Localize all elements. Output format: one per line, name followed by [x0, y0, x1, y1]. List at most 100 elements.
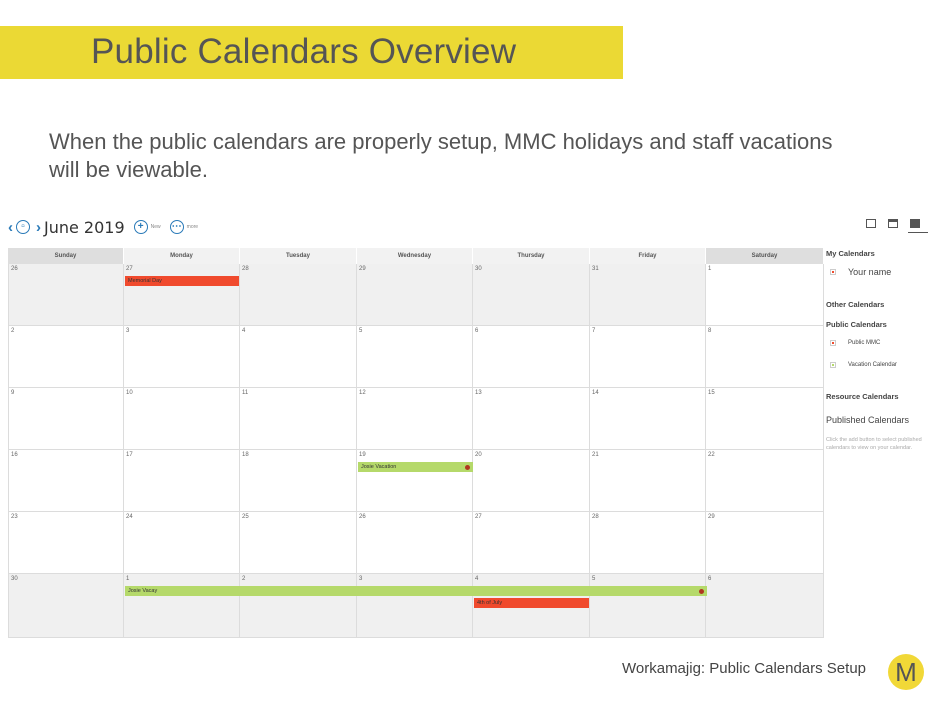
day-number: 30 [475, 266, 482, 272]
day-cell[interactable]: 26 [357, 512, 473, 574]
day-number: 20 [475, 452, 482, 458]
day-cell[interactable]: 23 [8, 512, 124, 574]
day-cell[interactable]: 1 [124, 574, 240, 638]
weekday-label: Wednesday [357, 248, 473, 264]
day-cell[interactable]: 9 [8, 388, 124, 450]
calendar-item-vacation[interactable]: Vacation Calendar [830, 362, 897, 368]
day-cell[interactable]: 8 [706, 326, 824, 388]
event-label: Josie Vacay [128, 588, 158, 594]
day-number: 28 [592, 514, 599, 520]
month-view-icon[interactable] [910, 219, 920, 228]
day-cell[interactable]: 31 [590, 264, 706, 326]
more-icon[interactable]: ⋯ [169, 220, 184, 234]
slide-subtitle: When the public calendars are properly s… [49, 129, 833, 182]
day-cell[interactable]: 2 [240, 574, 357, 638]
day-cell[interactable]: 26 [8, 264, 124, 326]
calendar-checkbox[interactable] [830, 362, 836, 368]
day-cell[interactable]: 27 [473, 512, 590, 574]
day-cell[interactable]: 22 [706, 450, 824, 512]
day-number: 11 [242, 390, 249, 396]
day-number: 27 [475, 514, 482, 520]
day-cell[interactable]: 5 [590, 574, 706, 638]
day-cell[interactable]: 19 [357, 450, 473, 512]
day-number: 1 [126, 576, 130, 582]
footer-caption: Workamajig: Public Calendars Setup [622, 660, 867, 677]
day-cell[interactable]: 28 [240, 264, 357, 326]
event-memorial-day[interactable]: Memorial Day [125, 276, 239, 286]
day-number: 9 [11, 390, 15, 396]
day-cell[interactable]: 14 [590, 388, 706, 450]
day-number: 6 [475, 328, 479, 334]
day-number: 3 [126, 328, 130, 334]
day-number: 23 [11, 514, 18, 520]
day-cell[interactable]: 18 [240, 450, 357, 512]
day-cell[interactable]: 16 [8, 450, 124, 512]
day-cell[interactable]: 5 [357, 326, 473, 388]
week-row: 2 3 4 5 6 7 8 [8, 326, 824, 388]
new-event-label[interactable]: New [151, 224, 161, 230]
calendar-item-public-mmc[interactable]: Public MMC [830, 340, 880, 346]
weekday-header: Sunday Monday Tuesday Wednesday Thursday… [8, 248, 824, 264]
day-view-icon[interactable] [866, 219, 876, 228]
event-4th-of-july[interactable]: 4th of July [474, 598, 589, 608]
prev-month-button[interactable]: ‹ [8, 220, 13, 235]
calendar-checkbox[interactable] [830, 269, 836, 275]
day-number: 12 [359, 390, 366, 396]
calendar-checkbox[interactable] [830, 340, 836, 346]
day-number: 29 [708, 514, 715, 520]
day-cell[interactable]: 20 [473, 450, 590, 512]
day-cell[interactable]: 7 [590, 326, 706, 388]
weekday-label: Sunday [8, 248, 124, 264]
day-cell[interactable]: 25 [240, 512, 357, 574]
day-cell[interactable]: 3 [357, 574, 473, 638]
view-switcher [866, 219, 920, 228]
day-cell[interactable]: 12 [357, 388, 473, 450]
day-number: 2 [242, 576, 246, 582]
day-number: 21 [592, 452, 599, 458]
week-row: 9 10 11 12 13 14 15 [8, 388, 824, 450]
day-cell[interactable]: 24 [124, 512, 240, 574]
day-cell[interactable]: 1 [706, 264, 824, 326]
other-calendars-heading: Other Calendars [826, 300, 885, 309]
weekday-label: Friday [590, 248, 706, 264]
day-cell[interactable]: 30 [473, 264, 590, 326]
day-number: 24 [126, 514, 133, 520]
day-cell[interactable]: 2 [8, 326, 124, 388]
event-josie-vacay[interactable]: Josie Vacay [125, 586, 707, 596]
day-cell[interactable]: 29 [706, 512, 824, 574]
more-label[interactable]: more [187, 224, 198, 230]
day-number: 4 [475, 576, 479, 582]
day-cell[interactable]: 17 [124, 450, 240, 512]
day-number: 30 [11, 576, 18, 582]
day-cell[interactable]: 11 [240, 388, 357, 450]
day-cell[interactable]: 6 [473, 326, 590, 388]
next-month-button[interactable]: › [36, 220, 41, 235]
day-number: 31 [592, 266, 599, 272]
day-cell[interactable]: 13 [473, 388, 590, 450]
day-cell[interactable]: 3 [124, 326, 240, 388]
day-cell[interactable]: 21 [590, 450, 706, 512]
weekday-label: Saturday [706, 248, 824, 264]
day-cell[interactable]: 10 [124, 388, 240, 450]
day-cell[interactable]: 15 [706, 388, 824, 450]
week-view-icon[interactable] [888, 219, 898, 228]
day-cell[interactable]: 30 [8, 574, 124, 638]
day-number: 10 [126, 390, 133, 396]
calendar-item-your-name[interactable]: Your name [830, 267, 891, 277]
day-cell[interactable]: 6 [706, 574, 824, 638]
new-event-icon[interactable]: + [133, 220, 148, 234]
day-cell[interactable]: 27 [124, 264, 240, 326]
day-cell[interactable]: 29 [357, 264, 473, 326]
day-number: 26 [11, 266, 18, 272]
week-row: 23 24 25 26 27 28 29 [8, 512, 824, 574]
month-grid: Sunday Monday Tuesday Wednesday Thursday… [8, 248, 824, 638]
day-number: 1 [708, 266, 712, 272]
today-icon[interactable]: ▫ [16, 220, 30, 234]
week-row: 30 1 2 3 4 5 6 Josie Vacay 4th of July [8, 574, 824, 638]
day-cell[interactable]: 4 [240, 326, 357, 388]
day-cell[interactable]: 28 [590, 512, 706, 574]
weekday-label: Monday [124, 248, 240, 264]
week-row: 16 17 18 19 20 21 22 Josie Vacation [8, 450, 824, 512]
day-number: 28 [242, 266, 249, 272]
event-josie-vacation[interactable]: Josie Vacation [358, 462, 473, 472]
